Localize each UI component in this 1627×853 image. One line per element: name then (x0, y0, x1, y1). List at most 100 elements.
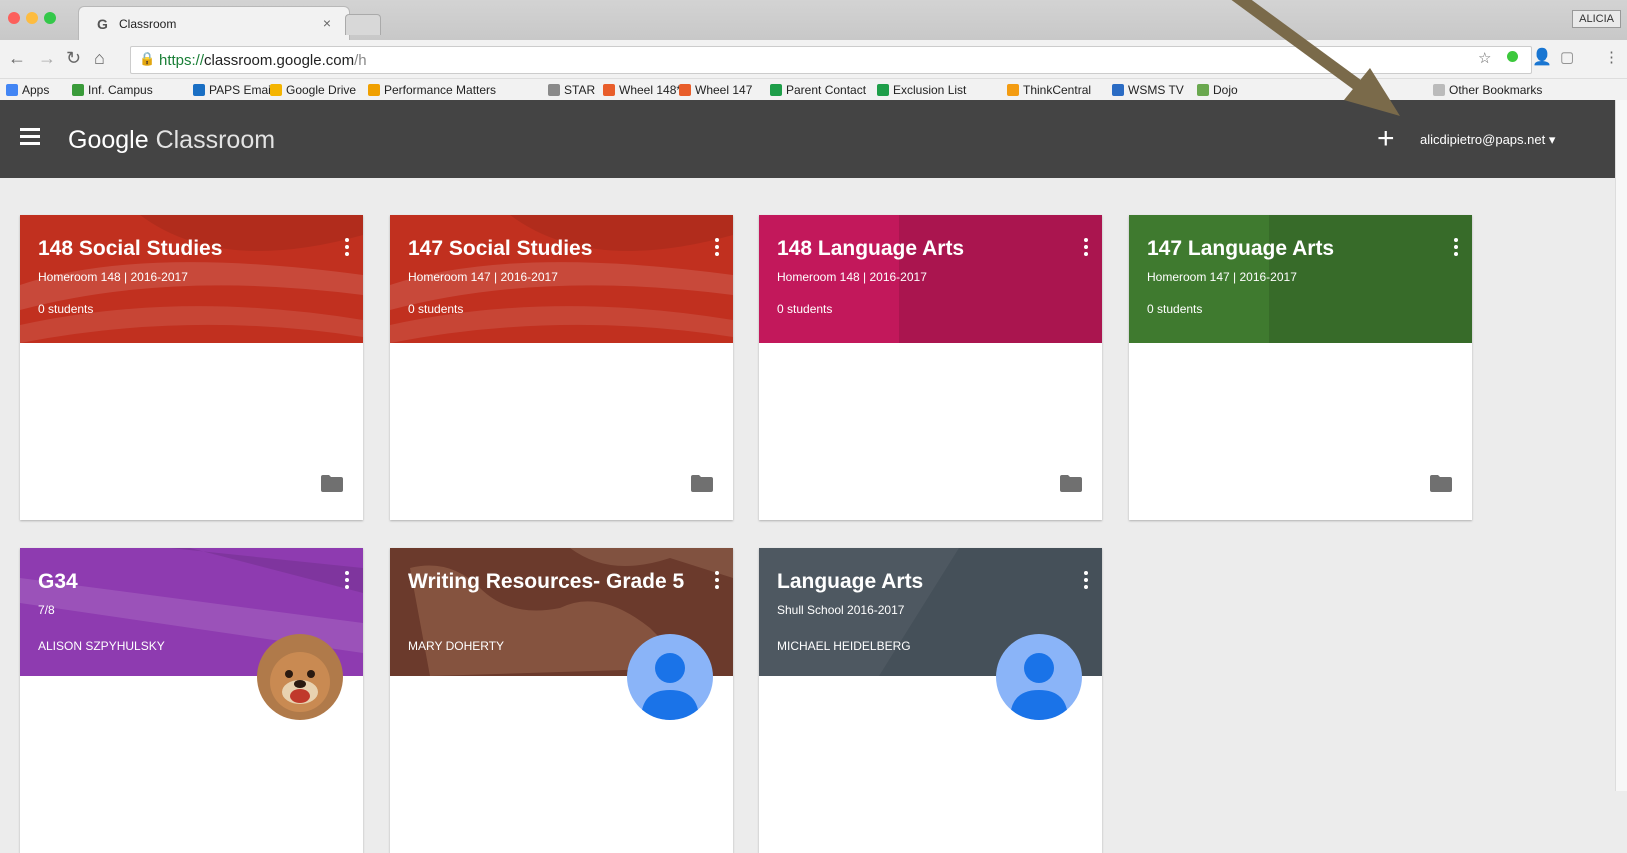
address-bar[interactable]: 🔒 https://classroom.google.com/h (130, 46, 1532, 74)
word-cloud-background (899, 215, 1102, 343)
class-title[interactable]: G34 (38, 570, 78, 594)
browser-profile-button[interactable]: ALICIA (1572, 10, 1621, 28)
class-card-header[interactable]: 148 Language Arts Homeroom 148 | 2016-201… (759, 215, 1102, 343)
account-email: alicdipietro@paps.net (1420, 132, 1546, 147)
minimize-window-icon[interactable] (26, 12, 38, 24)
bookmark-label: Parent Contact (786, 83, 867, 97)
bookmark-label: Wheel 148* (619, 83, 682, 97)
bookmark-item[interactable]: Inf. Campus (72, 83, 153, 97)
browser-chrome: G Classroom × ALICIA ← → ↻ ⌂ 🔒 https://c… (0, 0, 1627, 101)
extension-cast-icon[interactable]: ▢ (1560, 48, 1574, 66)
class-title[interactable]: 147 Language Arts (1147, 237, 1334, 261)
brand-classroom: Classroom (155, 126, 276, 154)
bookmark-item[interactable]: Google Drive (270, 83, 356, 97)
more-vert-icon[interactable] (1084, 238, 1088, 259)
class-card-header[interactable]: 147 Social Studies Homeroom 147 | 2016-20… (390, 215, 733, 343)
folder-icon[interactable] (321, 475, 343, 492)
maximize-window-icon[interactable] (44, 12, 56, 24)
class-card[interactable]: 147 Language Arts Homeroom 147 | 2016-201… (1129, 215, 1472, 520)
browser-tab-classroom[interactable]: G Classroom × (78, 6, 350, 41)
dog-photo-icon (257, 634, 343, 720)
class-section: Homeroom 148 | 2016-2017 (38, 270, 188, 284)
browser-menu-icon[interactable]: ⋮ (1604, 48, 1619, 66)
student-count[interactable]: 0 students (408, 302, 463, 316)
class-card[interactable]: Writing Resources- Grade 5 MARY DOHERTY (390, 548, 733, 853)
class-card[interactable]: 148 Language Arts Homeroom 148 | 2016-201… (759, 215, 1102, 520)
extension-green-icon[interactable] (1507, 51, 1518, 62)
class-section: 7/8 (38, 603, 55, 617)
reload-icon[interactable]: ↻ (66, 48, 81, 69)
class-card[interactable]: 148 Social Studies Homeroom 148 | 2016-20… (20, 215, 363, 520)
bookmark-item[interactable]: Performance Matters (368, 83, 496, 97)
bookmark-favicon-icon (368, 84, 380, 96)
bookmark-star-icon[interactable]: ☆ (1478, 49, 1491, 67)
teacher-name: ALISON SZPYHULSKY (38, 639, 165, 653)
account-menu[interactable]: alicdipietro@paps.net ▾ (1420, 132, 1555, 148)
bookmark-item[interactable]: Wheel 147 (679, 83, 752, 97)
student-count[interactable]: 0 students (38, 302, 93, 316)
folder-icon[interactable] (691, 475, 713, 492)
word-cloud-background (1269, 215, 1472, 343)
address-url[interactable]: https://classroom.google.com/h (159, 52, 367, 69)
class-title[interactable]: Language Arts (777, 570, 923, 594)
bookmark-favicon-icon (270, 84, 282, 96)
more-vert-icon[interactable] (1454, 238, 1458, 259)
class-card[interactable]: Language Arts Shull School 2016-2017 MICHA… (759, 548, 1102, 853)
class-title[interactable]: 147 Social Studies (408, 237, 592, 261)
app-logo[interactable]: Google Classroom (68, 126, 275, 155)
class-title[interactable]: 148 Language Arts (777, 237, 964, 261)
home-icon[interactable]: ⌂ (94, 48, 105, 69)
bookmark-item[interactable]: Wheel 148* (603, 83, 681, 97)
student-count[interactable]: 0 students (777, 302, 832, 316)
bookmark-favicon-icon (1112, 84, 1124, 96)
class-card[interactable]: 147 Social Studies Homeroom 147 | 2016-20… (390, 215, 733, 520)
class-title[interactable]: Writing Resources- Grade 5 (408, 570, 684, 594)
create-join-class-button[interactable]: + (1377, 122, 1395, 156)
hamburger-menu-icon[interactable] (20, 128, 40, 145)
bookmark-item[interactable]: Exclusion List (877, 83, 966, 97)
forward-icon[interactable]: → (38, 48, 56, 69)
class-card[interactable]: G34 7/8 ALISON SZPYHULSKY (20, 548, 363, 853)
url-scheme: https:// (159, 52, 205, 69)
more-vert-icon[interactable] (715, 238, 719, 259)
bookmark-favicon-icon (603, 84, 615, 96)
bookmark-label: ThinkCentral (1023, 83, 1092, 97)
bookmark-item[interactable]: Other Bookmarks (1433, 83, 1542, 97)
bookmark-item[interactable]: Parent Contact (770, 83, 866, 97)
bookmark-item[interactable]: ThinkCentral (1007, 83, 1091, 97)
bookmark-item[interactable]: Dojo (1197, 83, 1238, 97)
app-bar: Google Classroom + alicdipietro@paps.net… (0, 100, 1616, 178)
bookmark-item[interactable]: STAR (548, 83, 595, 97)
bookmark-favicon-icon (1433, 84, 1445, 96)
url-host: classroom.google.com (204, 52, 355, 69)
teacher-avatar-default (996, 634, 1082, 720)
default-avatar-icon (627, 634, 713, 720)
bookmark-favicon-icon (1197, 84, 1209, 96)
bookmark-item[interactable]: WSMS TV (1112, 83, 1184, 97)
bookmark-label: Inf. Campus (88, 83, 153, 97)
bookmark-favicon-icon (6, 84, 18, 96)
new-tab-button[interactable] (345, 14, 381, 35)
more-vert-icon[interactable] (345, 571, 349, 592)
class-card-header[interactable]: 147 Language Arts Homeroom 147 | 2016-201… (1129, 215, 1472, 343)
tab-close-icon[interactable]: × (323, 15, 331, 31)
class-section: Shull School 2016-2017 (777, 603, 905, 617)
back-icon[interactable]: ← (8, 48, 26, 69)
class-card-header[interactable]: 148 Social Studies Homeroom 148 | 2016-20… (20, 215, 363, 343)
teacher-avatar-dog (257, 634, 343, 720)
student-count[interactable]: 0 students (1147, 302, 1202, 316)
close-window-icon[interactable] (8, 12, 20, 24)
more-vert-icon[interactable] (345, 238, 349, 259)
bookmark-favicon-icon (770, 84, 782, 96)
folder-icon[interactable] (1060, 475, 1082, 492)
extension-person-icon[interactable]: 👤 (1532, 47, 1552, 67)
bookmark-item[interactable]: PAPS Email (193, 83, 273, 97)
bookmark-label: Performance Matters (384, 83, 497, 97)
bookmark-item[interactable]: Apps (6, 83, 49, 97)
class-title[interactable]: 148 Social Studies (38, 237, 222, 261)
page-scrollbar[interactable] (1615, 100, 1627, 791)
more-vert-icon[interactable] (1084, 571, 1088, 592)
teacher-name: MICHAEL HEIDELBERG (777, 639, 911, 653)
folder-icon[interactable] (1430, 475, 1452, 492)
more-vert-icon[interactable] (715, 571, 719, 592)
